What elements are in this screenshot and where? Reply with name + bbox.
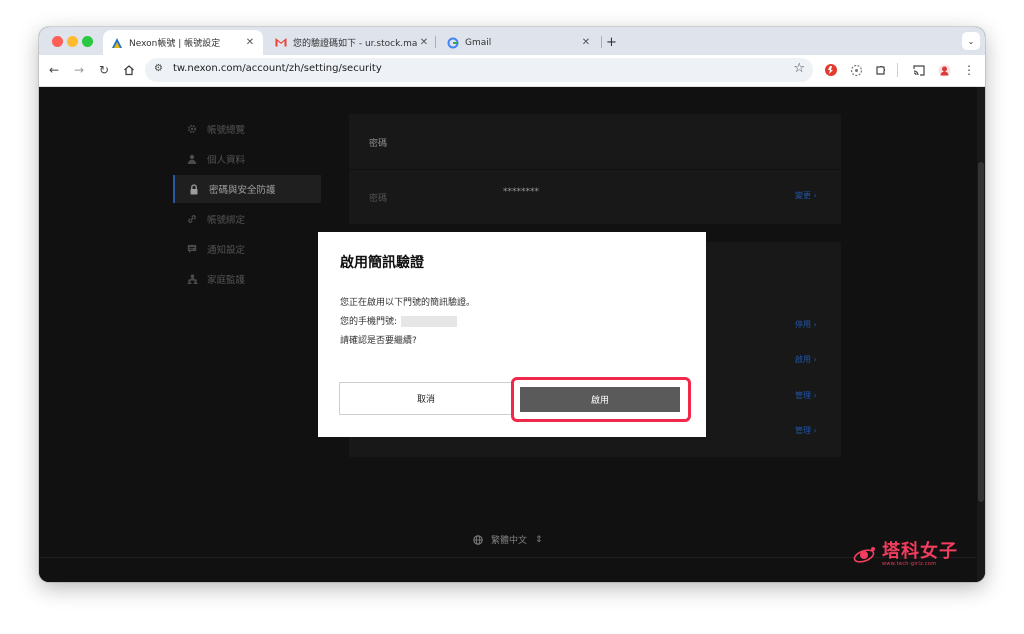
home-button[interactable] — [120, 61, 138, 79]
close-tab-icon[interactable]: ✕ — [579, 37, 593, 48]
close-tab-icon[interactable]: ✕ — [243, 37, 257, 48]
tab-title: Nexon帳號 | 帳號設定 — [129, 39, 221, 49]
tab-gmail-message[interactable]: 您的驗證碼如下 - ur.stock.man ✕ — [267, 30, 437, 55]
site-info-icon[interactable]: ⚙ — [154, 63, 163, 74]
extension-button[interactable] — [822, 61, 840, 79]
cast-icon — [913, 64, 925, 76]
url-text: tw.nexon.com/account/zh/setting/security — [173, 63, 382, 74]
more-vertical-icon: ⋮ — [963, 63, 975, 77]
new-tab-button[interactable]: + — [602, 30, 624, 55]
close-tab-icon[interactable]: ✕ — [417, 37, 431, 48]
cancel-button[interactable]: 取消 — [339, 382, 513, 415]
browser-toolbar: ← → ↻ ⚙ tw.nexon.com/account/zh/setting/… — [39, 55, 985, 87]
sms-verification-dialog: 啟用簡訊驗證 您正在啟用以下門號的簡訊驗證。 您的手機門號: 請確認是否要繼續?… — [318, 232, 706, 437]
arrow-right-icon: → — [73, 63, 85, 77]
highlight-annotation — [511, 377, 691, 422]
phone-label: 您的手機門號: — [340, 317, 398, 327]
toolbar-separator — [897, 63, 898, 77]
tab-search-button[interactable]: ⌄ — [962, 32, 980, 50]
dialog-message: 您正在啟用以下門號的簡訊驗證。 — [340, 298, 476, 308]
masked-phone-number — [401, 316, 458, 327]
reload-icon: ↻ — [98, 63, 110, 77]
nexon-logo-icon — [111, 37, 123, 49]
tab-gmail[interactable]: Gmail ✕ — [439, 30, 599, 55]
browser-menu-button[interactable]: ⋮ — [960, 61, 978, 79]
tab-separator — [435, 36, 436, 48]
rocket-logo-icon — [853, 547, 875, 563]
back-button[interactable]: ← — [45, 61, 63, 79]
forward-button[interactable]: → — [70, 61, 88, 79]
home-icon — [124, 65, 134, 76]
gmail-icon — [275, 37, 287, 49]
minimize-window-button[interactable] — [67, 36, 78, 47]
watermark-name: 塔科女子 — [882, 541, 958, 562]
dialog-title: 啟用簡訊驗證 — [340, 255, 424, 271]
extensions-menu-button[interactable] — [872, 61, 890, 79]
tab-nexon[interactable]: Nexon帳號 | 帳號設定 ✕ — [103, 30, 263, 55]
tab-title: Gmail — [465, 37, 492, 48]
reload-button[interactable]: ↻ — [95, 61, 113, 79]
tab-title: 您的驗證碼如下 - ur.stock.man — [293, 39, 417, 49]
cast-button[interactable] — [910, 61, 928, 79]
browser-window: Nexon帳號 | 帳號設定 ✕ 您的驗證碼如下 - ur.stock.man … — [39, 27, 985, 582]
extension-circle-icon — [850, 64, 862, 76]
avatar-icon — [938, 64, 950, 76]
address-bar[interactable]: ⚙ tw.nexon.com/account/zh/setting/securi… — [145, 58, 813, 82]
maximize-window-button[interactable] — [82, 36, 93, 47]
extension-red-icon — [825, 64, 837, 76]
watermark: 塔科女子 www.tech-girlz.com — [852, 543, 958, 567]
close-window-button[interactable] — [52, 36, 63, 47]
extension-button[interactable] — [847, 61, 865, 79]
bookmark-star-icon[interactable]: ☆ — [793, 61, 805, 76]
dialog-confirm-question: 請確認是否要繼續? — [340, 336, 417, 346]
profile-button[interactable] — [935, 61, 953, 79]
dialog-phone-row: 您的手機門號: — [340, 314, 458, 327]
chevron-down-icon: ⌄ — [967, 36, 975, 46]
arrow-left-icon: ← — [48, 63, 60, 77]
google-icon — [447, 37, 459, 49]
puzzle-icon — [876, 65, 886, 75]
tab-strip: Nexon帳號 | 帳號設定 ✕ 您的驗證碼如下 - ur.stock.man … — [39, 27, 985, 55]
